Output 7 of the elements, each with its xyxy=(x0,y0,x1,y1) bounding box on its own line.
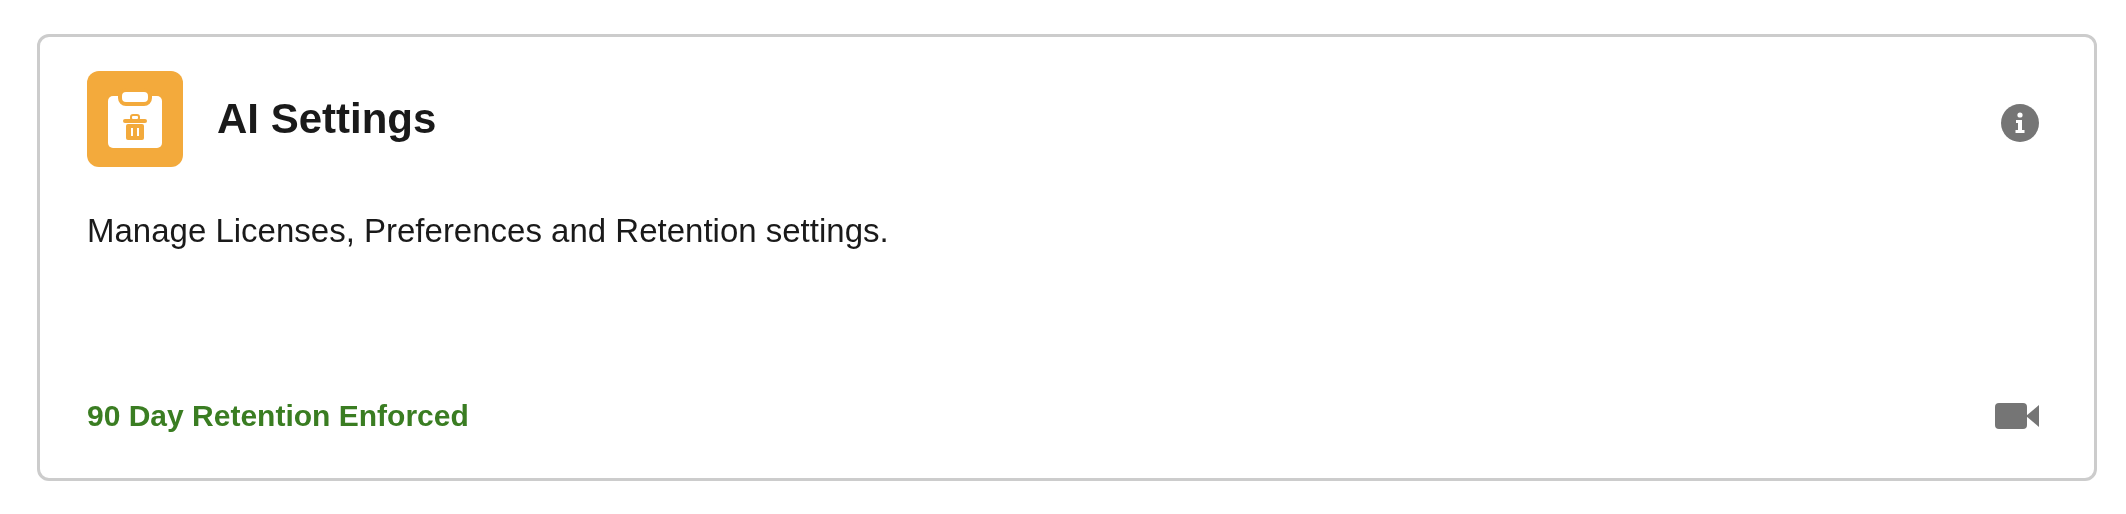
settings-card[interactable]: AI Settings Manage Licenses, Preferences and Retention settings. 90 Day Retention Enforced xyxy=(37,34,2097,481)
retention-status: 90 Day Retention Enforced xyxy=(87,398,469,434)
clipboard-trash-icon xyxy=(87,71,183,167)
card-title: AI Settings xyxy=(217,98,437,140)
info-icon[interactable] xyxy=(2001,104,2039,142)
card-description: Manage Licenses, Preferences and Retention settings. xyxy=(87,211,890,251)
video-camera-icon[interactable] xyxy=(1995,402,2039,429)
